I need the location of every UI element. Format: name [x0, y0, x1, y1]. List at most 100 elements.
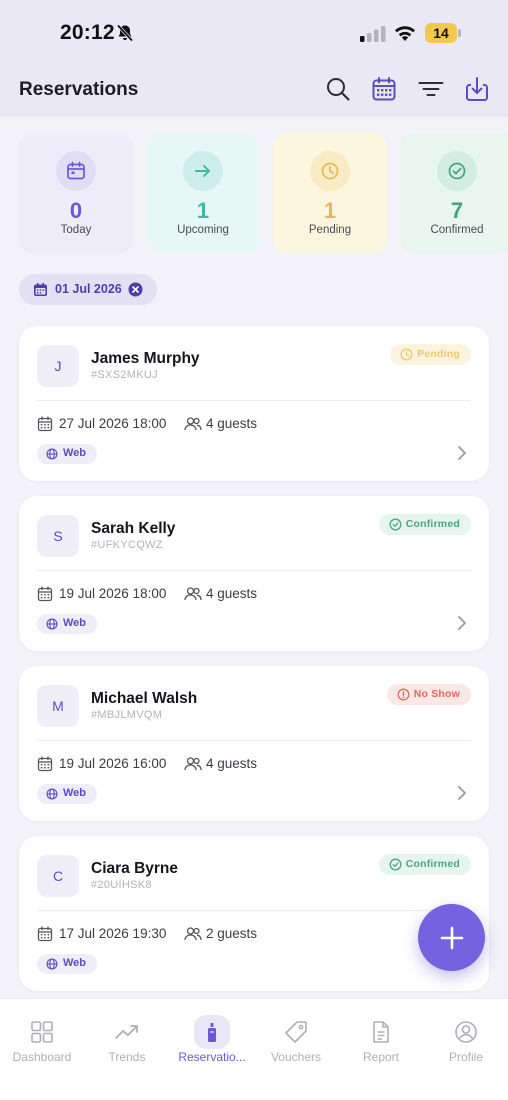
status-badge: Confirmed — [378, 514, 471, 535]
page-title: Reservations — [19, 79, 139, 100]
calendar-icon — [37, 756, 53, 772]
tab-trends[interactable]: Trends — [85, 1015, 169, 1075]
guest-name: James Murphy — [91, 350, 200, 367]
reservation-card[interactable]: S Sarah Kelly #UFKYCQWZ Confirmed 19 Jul… — [19, 496, 489, 651]
tab-label: Dashboard — [12, 1050, 72, 1064]
tab-reservations[interactable]: Reservatio... — [170, 1015, 254, 1075]
guests-icon — [184, 927, 202, 941]
reservation-date: 19 Jul 2026 16:00 — [59, 756, 167, 771]
reservation-icon — [194, 1015, 230, 1049]
reservation-card[interactable]: C Ciara Byrne #20UIHSK8 Confirmed 17 Jul… — [19, 836, 489, 991]
check-circle-icon — [389, 518, 402, 531]
avatar: C — [37, 855, 79, 897]
stat-label: Today — [60, 224, 92, 236]
alert-circle-icon — [397, 688, 410, 701]
stat-value: 1 — [323, 198, 337, 223]
reservation-code: #MBJLMVQM — [91, 709, 163, 721]
status-text: Pending — [417, 348, 460, 360]
download-icon[interactable] — [464, 76, 490, 102]
signal-icon — [360, 26, 386, 42]
reservation-code: #SXS2MKUJ — [91, 369, 158, 381]
tab-dashboard[interactable]: Dashboard — [0, 1015, 84, 1075]
chevron-right-icon[interactable] — [457, 785, 467, 801]
tag-icon — [278, 1015, 314, 1049]
stat-card-confirmed[interactable]: 7 Confirmed — [400, 133, 508, 253]
reservation-date: 19 Jul 2026 18:00 — [59, 586, 167, 601]
stat-value: 0 — [69, 198, 83, 223]
bottom-tab-bar: Dashboard Trends Reservatio... Vouchers … — [0, 998, 508, 1100]
calendar-icon[interactable] — [371, 76, 397, 102]
globe-icon — [46, 788, 58, 800]
tab-profile[interactable]: Profile — [424, 1015, 508, 1075]
avatar: J — [37, 345, 79, 387]
globe-icon — [46, 448, 58, 460]
guest-name: Ciara Byrne — [91, 860, 179, 877]
tab-report[interactable]: Report — [339, 1015, 423, 1075]
stat-value: 7 — [450, 198, 464, 223]
status-text: Confirmed — [405, 518, 460, 530]
arrow-right-icon — [183, 151, 223, 191]
status-text: No Show — [413, 688, 460, 700]
source-label: Web — [63, 957, 87, 969]
divider — [37, 570, 471, 571]
clear-filter-icon[interactable] — [128, 282, 143, 297]
tab-vouchers[interactable]: Vouchers — [254, 1015, 338, 1075]
source-label: Web — [63, 787, 87, 799]
tab-label: Report — [362, 1050, 400, 1064]
wifi-icon — [395, 26, 415, 41]
tab-label: Trends — [108, 1050, 146, 1064]
status-time: 20:12 — [60, 21, 115, 44]
guest-name: Michael Walsh — [91, 690, 198, 707]
battery-level: 14 — [433, 25, 449, 41]
reservation-code: #20UIHSK8 — [91, 879, 152, 891]
date-filter-chip[interactable]: 01 Jul 2026 — [19, 274, 157, 305]
calendar-icon — [37, 586, 53, 602]
guests-icon — [184, 587, 202, 601]
battery-icon: 14 — [425, 23, 457, 43]
source-label: Web — [63, 447, 87, 459]
calendar-icon — [37, 926, 53, 942]
bell-muted-icon — [116, 24, 134, 42]
guest-count: 4 guests — [206, 756, 258, 771]
source-label: Web — [63, 617, 87, 629]
status-badge: Confirmed — [378, 854, 471, 875]
tab-label: Profile — [448, 1050, 483, 1064]
guest-count: 2 guests — [206, 926, 258, 941]
stat-card-pending[interactable]: 1 Pending — [273, 133, 387, 253]
filter-icon[interactable] — [418, 76, 444, 102]
avatar: S — [37, 515, 79, 557]
stat-card-today[interactable]: 0 Today — [19, 133, 133, 253]
stat-card-upcoming[interactable]: 1 Upcoming — [146, 133, 260, 253]
reservation-card[interactable]: M Michael Walsh #MBJLMVQM No Show 19 Jul… — [19, 666, 489, 821]
reservation-card[interactable]: J James Murphy #SXS2MKUJ Pending 27 Jul … — [19, 326, 489, 481]
tab-label: Reservatio... — [178, 1050, 246, 1064]
source-tag: Web — [37, 954, 97, 974]
tab-label: Vouchers — [270, 1050, 322, 1064]
guests-icon — [184, 417, 202, 431]
calendar-icon — [37, 416, 53, 432]
source-tag: Web — [37, 444, 97, 464]
grid-icon — [24, 1015, 60, 1049]
plus-icon — [440, 926, 463, 949]
chevron-right-icon[interactable] — [457, 445, 467, 461]
calendar-icon — [34, 282, 47, 296]
add-reservation-button[interactable] — [418, 904, 485, 971]
trend-icon — [109, 1015, 145, 1049]
avatar: M — [37, 685, 79, 727]
globe-icon — [46, 618, 58, 630]
check-circle-icon — [437, 151, 477, 191]
clock-icon — [400, 348, 413, 361]
source-tag: Web — [37, 614, 97, 634]
chevron-right-icon[interactable] — [457, 615, 467, 631]
guest-count: 4 guests — [206, 416, 258, 431]
guest-name: Sarah Kelly — [91, 520, 176, 537]
source-tag: Web — [37, 784, 97, 804]
reservation-date: 17 Jul 2026 19:30 — [59, 926, 167, 941]
clock-icon — [310, 151, 350, 191]
status-badge: Pending — [390, 344, 471, 365]
search-icon[interactable] — [325, 76, 351, 102]
divider — [37, 740, 471, 741]
stat-value: 1 — [196, 198, 210, 223]
status-text: Confirmed — [405, 858, 460, 870]
reservation-code: #UFKYCQWZ — [91, 539, 163, 551]
